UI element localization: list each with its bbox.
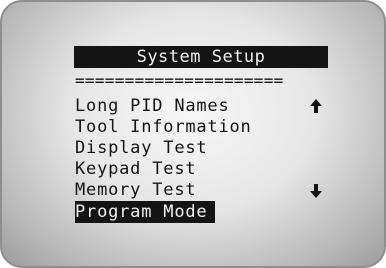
down-arrow-icon[interactable] [308, 182, 324, 200]
screen-title: System Setup [74, 46, 328, 68]
menu-item-memory-test[interactable]: Memory Test [75, 179, 196, 201]
up-arrow-icon[interactable] [308, 97, 324, 115]
title-divider: ===================== [75, 71, 284, 90]
menu-item-tool-information[interactable]: Tool Information [75, 116, 252, 138]
menu-item-program-mode[interactable]: Program Mode [75, 201, 216, 223]
lcd-screen: System Setup ===================== Long … [2, 2, 384, 266]
menu-item-long-pid-names[interactable]: Long PID Names [75, 95, 230, 117]
menu-item-display-test[interactable]: Display Test [75, 137, 207, 159]
menu-item-keypad-test[interactable]: Keypad Test [75, 158, 196, 180]
device-bezel: System Setup ===================== Long … [0, 0, 386, 268]
